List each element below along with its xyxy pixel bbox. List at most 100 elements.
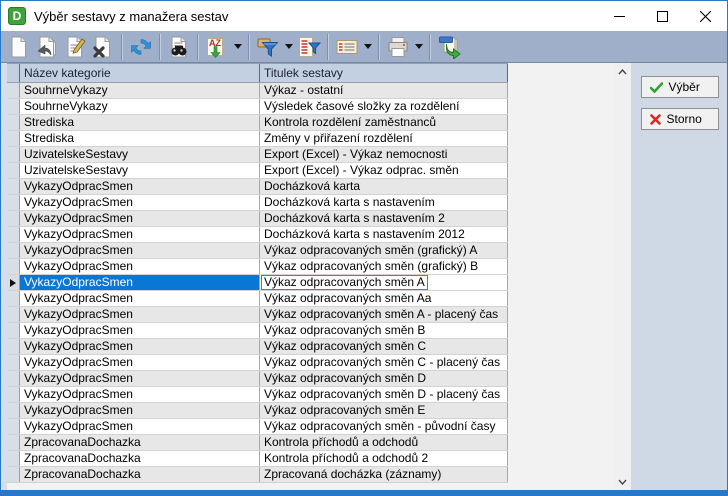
category-cell[interactable]: ZpracovanaDochazka: [20, 467, 260, 482]
title-cell[interactable]: Výkaz odpracovaných směn (grafický) A: [260, 243, 508, 258]
category-cell[interactable]: VykazyOdpracSmen: [20, 403, 260, 418]
title-cell[interactable]: Výkaz odpracovaných směn Aa: [260, 291, 508, 306]
new-report-button[interactable]: [5, 33, 33, 61]
title-cell[interactable]: Výkaz odpracovaných směn C: [260, 339, 508, 354]
table-row[interactable]: UzivatelskeSestavyExport (Excel) - Výkaz…: [7, 163, 508, 179]
table-row[interactable]: VykazyOdpracSmenVýkaz odpracovaných směn…: [7, 355, 508, 371]
title-cell[interactable]: Kontrola příchodů a odchodů 2: [260, 451, 508, 466]
title-cell[interactable]: Výkaz odpracovaných směn - původní časy: [260, 419, 508, 434]
category-cell[interactable]: UzivatelskeSestavy: [20, 163, 260, 178]
minimize-button[interactable]: [598, 1, 641, 31]
table-row[interactable]: VykazyOdpracSmenVýkaz odpracovaných směn…: [7, 323, 508, 339]
edit-report-button[interactable]: [61, 33, 89, 61]
sort-az-dropdown[interactable]: [231, 33, 244, 61]
title-cell[interactable]: Výkaz odpracovaných směn E: [260, 403, 508, 418]
columns-dropdown[interactable]: [361, 33, 374, 61]
find-button[interactable]: [165, 33, 193, 61]
title-cell[interactable]: Změny v přiřazení rozdělení: [260, 131, 508, 146]
table-row[interactable]: VykazyOdpracSmenVýkaz odpracovaných směn…: [7, 403, 508, 419]
category-cell[interactable]: VykazyOdpracSmen: [20, 243, 260, 258]
table-row[interactable]: StrediskaKontrola rozdělení zaměstnanců: [7, 115, 508, 131]
category-cell[interactable]: VykazyOdpracSmen: [20, 259, 260, 274]
table-row[interactable]: VykazyOdpracSmenVýkaz odpracovaných směn…: [7, 387, 508, 403]
scroll-up-button[interactable]: [614, 63, 631, 80]
title-cell[interactable]: Výsledek časové složky za rozdělení: [260, 99, 508, 114]
print-dropdown[interactable]: [412, 33, 425, 61]
category-cell[interactable]: ZpracovanaDochazka: [20, 435, 260, 450]
category-cell[interactable]: VykazyOdpracSmen: [20, 275, 260, 290]
filter-button[interactable]: [254, 33, 282, 61]
cancel-button[interactable]: Storno: [641, 108, 719, 130]
table-row[interactable]: VykazyOdpracSmenVýkaz odpracovaných směn…: [7, 371, 508, 387]
table-row[interactable]: SouhrneVykazyVýkaz - ostatní: [7, 83, 508, 99]
category-cell[interactable]: VykazyOdpracSmen: [20, 387, 260, 402]
title-cell[interactable]: Výkaz odpracovaných směn D - placený čas: [260, 387, 508, 402]
category-cell[interactable]: VykazyOdpracSmen: [20, 419, 260, 434]
category-cell[interactable]: VykazyOdpracSmen: [20, 211, 260, 226]
title-cell[interactable]: Zpracovaná docházka (záznamy): [260, 467, 508, 482]
category-cell[interactable]: VykazyOdpracSmen: [20, 291, 260, 306]
table-row[interactable]: VykazyOdpracSmenVýkaz odpracovaných směn…: [7, 307, 508, 323]
table-row[interactable]: VykazyOdpracSmenDocházková karta: [7, 179, 508, 195]
title-cell[interactable]: Výkaz odpracovaných směn (grafický) B: [260, 259, 508, 274]
export-button[interactable]: [435, 33, 463, 61]
title-cell[interactable]: Výkaz odpracovaných směn A - placený čas: [260, 307, 508, 322]
table-row[interactable]: VykazyOdpracSmenVýkaz odpracovaných směn…: [7, 275, 508, 291]
category-cell[interactable]: VykazyOdpracSmen: [20, 195, 260, 210]
focused-cell-editor[interactable]: Výkaz odpracovaných směn A: [261, 275, 428, 290]
title-cell[interactable]: Docházková karta: [260, 179, 508, 194]
close-button[interactable]: [684, 1, 727, 31]
select-button[interactable]: Výběr: [641, 76, 719, 98]
columns-button[interactable]: [333, 33, 361, 61]
title-cell[interactable]: Výkaz odpracovaných směn C - placený čas: [260, 355, 508, 370]
table-row[interactable]: StrediskaZměny v přiřazení rozdělení: [7, 131, 508, 147]
table-row[interactable]: ZpracovanaDochazkaKontrola příchodů a od…: [7, 435, 508, 451]
scroll-down-button[interactable]: [614, 473, 631, 490]
table-row[interactable]: ZpracovanaDochazkaZpracovaná docházka (z…: [7, 467, 508, 483]
category-cell[interactable]: VykazyOdpracSmen: [20, 307, 260, 322]
delete-report-button[interactable]: [89, 33, 117, 61]
category-cell[interactable]: VykazyOdpracSmen: [20, 339, 260, 354]
refresh-button[interactable]: [127, 33, 155, 61]
category-cell[interactable]: Strediska: [20, 131, 260, 146]
category-cell[interactable]: VykazyOdpracSmen: [20, 371, 260, 386]
category-cell[interactable]: VykazyOdpracSmen: [20, 355, 260, 370]
table-row[interactable]: SouhrneVykazyVýsledek časové složky za r…: [7, 99, 508, 115]
category-cell[interactable]: VykazyOdpracSmen: [20, 227, 260, 242]
table-row[interactable]: VykazyOdpracSmenVýkaz odpracovaných směn…: [7, 339, 508, 355]
table-row[interactable]: VykazyOdpracSmenVýkaz odpracovaných směn…: [7, 243, 508, 259]
title-cell[interactable]: Export (Excel) - Výkaz odprac. směn: [260, 163, 508, 178]
filter-values-button[interactable]: [295, 33, 323, 61]
category-cell[interactable]: VykazyOdpracSmen: [20, 179, 260, 194]
print-button[interactable]: [384, 33, 412, 61]
table-row[interactable]: VykazyOdpracSmenVýkaz odpracovaných směn…: [7, 259, 508, 275]
title-cell[interactable]: Export (Excel) - Výkaz nemocnosti: [260, 147, 508, 162]
column-header-category[interactable]: Název kategorie: [20, 64, 260, 82]
category-cell[interactable]: UzivatelskeSestavy: [20, 147, 260, 162]
table-row[interactable]: ZpracovanaDochazkaKontrola příchodů a od…: [7, 451, 508, 467]
category-cell[interactable]: SouhrneVykazy: [20, 99, 260, 114]
maximize-button[interactable]: [641, 1, 684, 31]
title-cell[interactable]: Výkaz odpracovaných směn D: [260, 371, 508, 386]
title-cell[interactable]: Výkaz - ostatní: [260, 83, 508, 98]
sort-az-button[interactable]: AZ: [203, 33, 231, 61]
category-cell[interactable]: Strediska: [20, 115, 260, 130]
title-cell[interactable]: Docházková karta s nastavením: [260, 195, 508, 210]
category-cell[interactable]: VykazyOdpracSmen: [20, 323, 260, 338]
table-row[interactable]: VykazyOdpracSmenVýkaz odpracovaných směn…: [7, 419, 508, 435]
title-cell[interactable]: Kontrola příchodů a odchodů: [260, 435, 508, 450]
table-row[interactable]: VykazyOdpracSmenDocházková karta s nasta…: [7, 195, 508, 211]
title-cell[interactable]: Kontrola rozdělení zaměstnanců: [260, 115, 508, 130]
title-cell[interactable]: Výkaz odpracovaných směn A: [260, 275, 508, 290]
category-cell[interactable]: SouhrneVykazy: [20, 83, 260, 98]
table-row[interactable]: VykazyOdpracSmenVýkaz odpracovaných směn…: [7, 291, 508, 307]
filter-dropdown[interactable]: [282, 33, 295, 61]
title-cell[interactable]: Docházková karta s nastavením 2: [260, 211, 508, 226]
table-row[interactable]: UzivatelskeSestavyExport (Excel) - Výkaz…: [7, 147, 508, 163]
vertical-scrollbar[interactable]: [614, 63, 631, 490]
table-row[interactable]: VykazyOdpracSmenDocházková karta s nasta…: [7, 211, 508, 227]
table-row[interactable]: VykazyOdpracSmenDocházková karta s nasta…: [7, 227, 508, 243]
copy-report-button[interactable]: [33, 33, 61, 61]
column-header-title[interactable]: Titulek sestavy: [260, 64, 508, 82]
title-cell[interactable]: Docházková karta s nastavením 2012: [260, 227, 508, 242]
